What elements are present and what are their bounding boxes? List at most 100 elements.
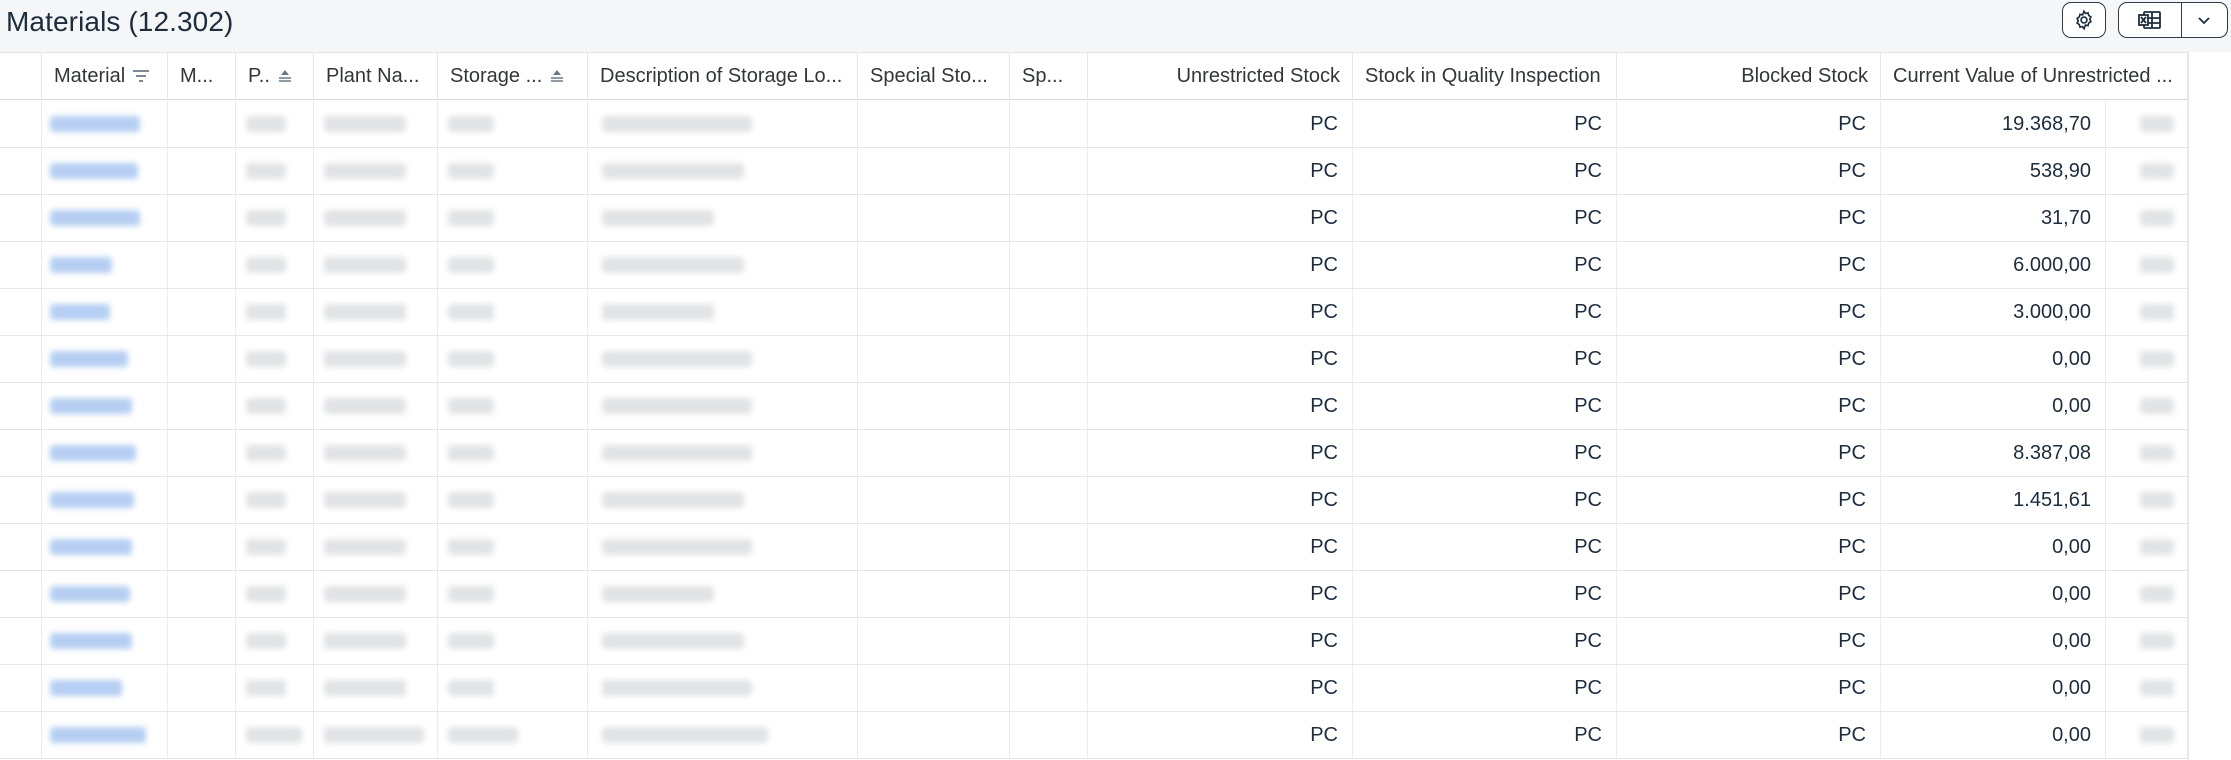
- storage-location-cell: [438, 477, 588, 523]
- table-row[interactable]: PC PC PC 8.387,08: [0, 430, 2188, 477]
- row-selector[interactable]: [0, 148, 42, 194]
- m-cell: [168, 289, 236, 335]
- row-selector[interactable]: [0, 195, 42, 241]
- storage-description-cell: [588, 430, 858, 476]
- row-selector[interactable]: [0, 665, 42, 711]
- table-row[interactable]: PC PC PC 0,00: [0, 618, 2188, 665]
- material-cell[interactable]: [42, 101, 168, 147]
- current-value-cell: 0,00: [1881, 336, 2106, 382]
- column-header-storage-location[interactable]: Storage ...: [438, 53, 588, 99]
- special-stock-cell: [858, 430, 1010, 476]
- column-header-blocked-stock[interactable]: Blocked Stock: [1617, 53, 1881, 99]
- row-selector[interactable]: [0, 383, 42, 429]
- table-row[interactable]: PC PC PC 1.451,61: [0, 477, 2188, 524]
- row-selector[interactable]: [0, 571, 42, 617]
- material-cell[interactable]: [42, 148, 168, 194]
- unit-text: PC: [1310, 112, 1338, 135]
- redacted-material-link[interactable]: [50, 539, 132, 555]
- table-row[interactable]: PC PC PC 0,00: [0, 524, 2188, 571]
- row-selector[interactable]: [0, 242, 42, 288]
- value-text: 538,90: [2029, 159, 2091, 182]
- material-cell[interactable]: [42, 430, 168, 476]
- column-header-current-value[interactable]: Current Value of Unrestricted ...: [1881, 53, 2188, 99]
- redacted-material-link[interactable]: [50, 586, 130, 602]
- column-header-unrestricted-stock[interactable]: Unrestricted Stock: [1088, 53, 1353, 99]
- material-cell[interactable]: [42, 665, 168, 711]
- material-cell[interactable]: [42, 195, 168, 241]
- table-row[interactable]: PC PC PC 0,00: [0, 712, 2188, 759]
- column-header-special-stock[interactable]: Special Sto...: [858, 53, 1010, 99]
- material-cell[interactable]: [42, 336, 168, 382]
- material-cell[interactable]: [42, 618, 168, 664]
- redacted-text: [448, 351, 494, 367]
- unrestricted-stock-cell: PC: [1088, 712, 1353, 758]
- redacted-material-link[interactable]: [50, 257, 112, 273]
- row-selector[interactable]: [0, 336, 42, 382]
- row-selector[interactable]: [0, 430, 42, 476]
- sp-cell: [1010, 571, 1088, 617]
- redacted-material-link[interactable]: [50, 351, 128, 367]
- redacted-material-link[interactable]: [50, 727, 146, 743]
- vertical-scrollbar[interactable]: [2188, 52, 2212, 760]
- export-menu-button[interactable]: [2182, 3, 2227, 37]
- settings-button[interactable]: [2062, 2, 2106, 38]
- plant-cell: [236, 618, 314, 664]
- redacted-material-link[interactable]: [50, 163, 138, 179]
- row-selector[interactable]: [0, 524, 42, 570]
- row-selector[interactable]: [0, 618, 42, 664]
- storage-location-cell: [438, 101, 588, 147]
- table-row[interactable]: PC PC PC 3.000,00: [0, 289, 2188, 336]
- value-text: 0,00: [2052, 535, 2091, 558]
- redacted-material-link[interactable]: [50, 680, 122, 696]
- material-cell[interactable]: [42, 477, 168, 523]
- sp-cell: [1010, 148, 1088, 194]
- column-header-plant-name[interactable]: Plant Na...: [314, 53, 438, 99]
- redacted-text: [2140, 398, 2174, 414]
- redacted-text: [324, 210, 406, 226]
- redacted-material-link[interactable]: [50, 304, 110, 320]
- quality-inspection-cell: PC: [1353, 148, 1617, 194]
- blocked-stock-cell: PC: [1617, 430, 1881, 476]
- unit-text: PC: [1574, 112, 1602, 135]
- material-cell[interactable]: [42, 383, 168, 429]
- table-row[interactable]: PC PC PC 0,00: [0, 571, 2188, 618]
- export-to-spreadsheet-button[interactable]: [2119, 3, 2182, 37]
- column-header-sp[interactable]: Sp...: [1010, 53, 1088, 99]
- material-cell[interactable]: [42, 524, 168, 570]
- table-row[interactable]: PC PC PC 0,00: [0, 665, 2188, 712]
- table-row[interactable]: PC PC PC 538,90: [0, 148, 2188, 195]
- m-cell: [168, 712, 236, 758]
- value-text: 0,00: [2052, 723, 2091, 746]
- redacted-material-link[interactable]: [50, 116, 140, 132]
- row-selector[interactable]: [0, 477, 42, 523]
- row-selector[interactable]: [0, 712, 42, 758]
- unit-text: PC: [1310, 676, 1338, 699]
- redacted-material-link[interactable]: [50, 398, 132, 414]
- redacted-material-link[interactable]: [50, 445, 136, 461]
- material-cell[interactable]: [42, 712, 168, 758]
- column-header-storage-location-description[interactable]: Description of Storage Lo...: [588, 53, 858, 99]
- redacted-material-link[interactable]: [50, 492, 134, 508]
- material-cell[interactable]: [42, 289, 168, 335]
- table-row[interactable]: PC PC PC 0,00: [0, 336, 2188, 383]
- redacted-material-link[interactable]: [50, 633, 132, 649]
- column-header-plant[interactable]: P..: [236, 53, 314, 99]
- row-selector[interactable]: [0, 101, 42, 147]
- blocked-stock-cell: PC: [1617, 524, 1881, 570]
- table-row[interactable]: PC PC PC 0,00: [0, 383, 2188, 430]
- table-row[interactable]: PC PC PC 31,70: [0, 195, 2188, 242]
- special-stock-cell: [858, 524, 1010, 570]
- table-row[interactable]: PC PC PC 6.000,00: [0, 242, 2188, 289]
- row-selector-header[interactable]: [0, 53, 42, 99]
- redacted-material-link[interactable]: [50, 210, 140, 226]
- material-cell[interactable]: [42, 571, 168, 617]
- column-header-m[interactable]: M...: [168, 53, 236, 99]
- material-cell[interactable]: [42, 242, 168, 288]
- table-row[interactable]: PC PC PC 19.368,70: [0, 101, 2188, 148]
- row-selector[interactable]: [0, 289, 42, 335]
- unrestricted-stock-cell: PC: [1088, 477, 1353, 523]
- unit-text: PC: [1310, 723, 1338, 746]
- column-header-quality-inspection[interactable]: Stock in Quality Inspection: [1353, 53, 1617, 99]
- unrestricted-stock-cell: PC: [1088, 430, 1353, 476]
- column-header-material[interactable]: Material: [42, 53, 168, 99]
